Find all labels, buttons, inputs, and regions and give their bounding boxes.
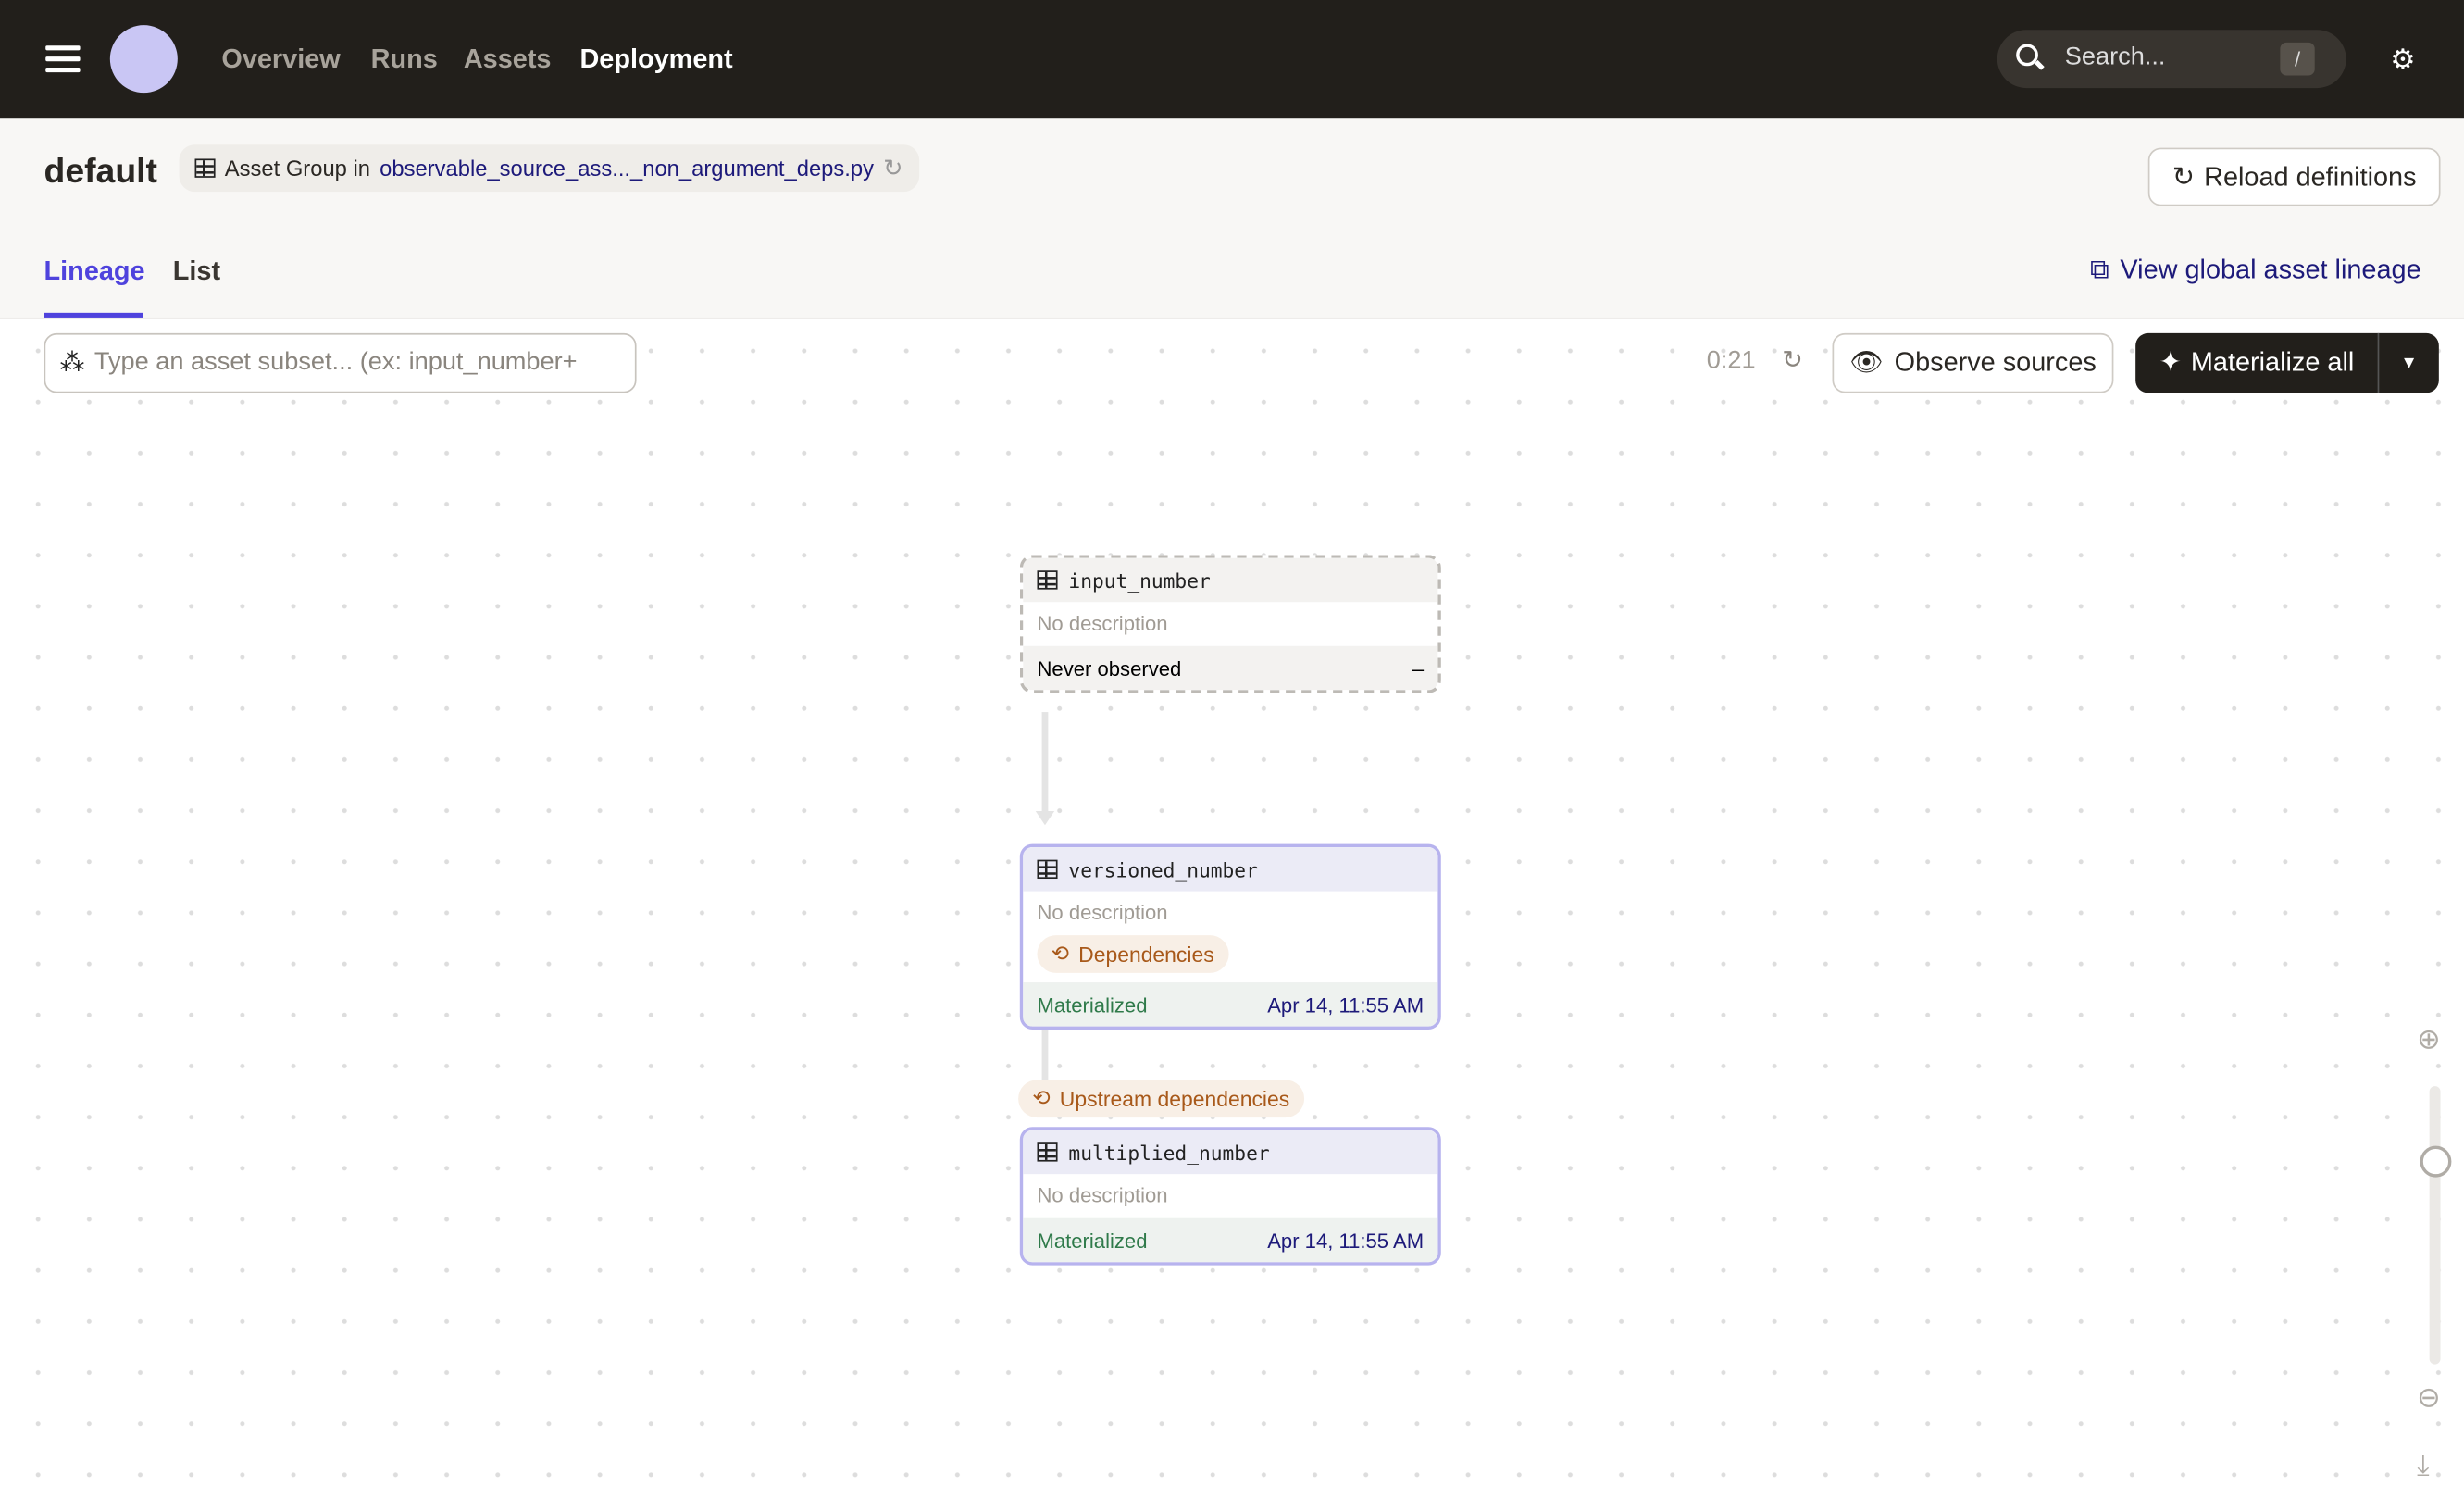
- page-header: default Asset Group in observable_source…: [0, 118, 2464, 319]
- materialize-label: Materialize all: [2190, 347, 2355, 378]
- search-icon: [2016, 44, 2038, 67]
- asset-description: No description: [1037, 900, 1168, 925]
- asset-description: No description: [1037, 611, 1168, 635]
- source-asset-icon: [1037, 570, 1058, 590]
- search-shortcut: /: [2280, 42, 2315, 76]
- nav-runs[interactable]: Runs: [371, 44, 438, 76]
- edge-versioned-to-multiplied: [1041, 1026, 1049, 1082]
- tab-list[interactable]: List: [173, 256, 220, 288]
- asset-node-multiplied-number[interactable]: multiplied_number No description Materia…: [1019, 1127, 1441, 1266]
- asset-name: multiplied_number: [1068, 1140, 1270, 1165]
- observe-sources-button[interactable]: 👁 Observe sources: [1832, 332, 2114, 393]
- refresh-icon[interactable]: ↻: [1782, 344, 1803, 376]
- asset-node-versioned-number[interactable]: versioned_number No description ⟲ Depende…: [1019, 843, 1441, 1030]
- search-input[interactable]: Search... /: [1997, 30, 2346, 89]
- asset-node-input-number[interactable]: input_number No description Never observ…: [1019, 555, 1441, 693]
- reload-location-icon[interactable]: ↻: [883, 154, 902, 182]
- badge-label: Upstream dependencies: [1059, 1086, 1290, 1111]
- reload-definitions-button[interactable]: ↻ Reload definitions: [2147, 147, 2441, 206]
- asset-status: Materialized: [1037, 992, 1148, 1017]
- asset-status-value: –: [1412, 655, 1425, 680]
- download-icon[interactable]: ⤓: [2417, 1449, 2430, 1482]
- zoom-in-icon[interactable]: ⊕: [2417, 1023, 2441, 1056]
- refresh-icon: ↻: [2172, 161, 2195, 192]
- upstream-dependencies-badge[interactable]: ⟲ Upstream dependencies: [1018, 1080, 1304, 1118]
- edge-input-to-versioned: [1041, 712, 1049, 815]
- group-prefix: Asset Group in: [224, 156, 370, 181]
- active-tab-indicator: [44, 312, 143, 318]
- search-placeholder: Search...: [2064, 44, 2166, 71]
- asset-name: versioned_number: [1068, 857, 1258, 881]
- asset-selection-input[interactable]: ⁂ Type an asset subset... (ex: input_num…: [44, 332, 637, 393]
- materialize-all-button[interactable]: ✦ Materialize all: [2135, 333, 2377, 393]
- eye-icon: 👁: [1849, 347, 1884, 378]
- asset-status: Never observed: [1037, 655, 1182, 680]
- menu-icon[interactable]: [45, 45, 81, 72]
- asset-selection-icon: ⁂: [59, 350, 85, 378]
- asset-status: Materialized: [1037, 1228, 1148, 1253]
- table-icon: [1037, 1142, 1058, 1162]
- badge-label: Dependencies: [1078, 942, 1214, 967]
- asset-group-chip: Asset Group in observable_source_ass..._…: [179, 144, 919, 193]
- arrow-head: [1035, 811, 1055, 826]
- zoom-out-icon[interactable]: ⊖: [2417, 1381, 2441, 1415]
- reload-label: Reload definitions: [2204, 161, 2417, 192]
- dependencies-badge[interactable]: ⟲ Dependencies: [1037, 935, 1228, 973]
- lineage-icon: ⧉: [2089, 255, 2109, 285]
- filter-placeholder: Type an asset subset... (ex: input_numbe…: [93, 348, 578, 376]
- materialization-timestamp[interactable]: Apr 14, 11:55 AM: [1267, 992, 1424, 1016]
- asset-description: No description: [1037, 1183, 1168, 1207]
- materialize-all-button-group: ✦ Materialize all ▼: [2135, 332, 2439, 393]
- sparkle-icon: ✦: [2159, 347, 2182, 378]
- refresh-timer: 0:21: [1706, 347, 1756, 375]
- observe-label: Observe sources: [1894, 347, 2097, 378]
- dagster-logo[interactable]: [109, 25, 178, 94]
- global-lineage-label: View global asset lineage: [2120, 255, 2421, 285]
- view-global-lineage-link[interactable]: ⧉ View global asset lineage: [2090, 255, 2421, 286]
- nav-deployment[interactable]: Deployment: [579, 44, 732, 76]
- code-location-link[interactable]: observable_source_ass..._non_argument_de…: [380, 156, 874, 181]
- asset-name: input_number: [1068, 568, 1211, 593]
- zoom-slider[interactable]: [2429, 1086, 2441, 1365]
- tab-lineage[interactable]: Lineage: [44, 256, 145, 288]
- zoom-slider-handle[interactable]: [2420, 1145, 2452, 1178]
- table-icon: [1037, 859, 1058, 880]
- chevron-down-icon[interactable]: ▼: [2379, 333, 2439, 393]
- page-title: default: [44, 150, 157, 191]
- nav-overview[interactable]: Overview: [221, 44, 340, 76]
- nav-assets[interactable]: Assets: [464, 44, 552, 76]
- sync-warning-icon: ⟲: [1051, 941, 1069, 966]
- gear-icon[interactable]: ⚙: [2390, 44, 2415, 78]
- top-nav-bar: Overview Runs Assets Deployment Search..…: [0, 0, 2464, 119]
- materialization-timestamp[interactable]: Apr 14, 11:55 AM: [1267, 1229, 1424, 1252]
- sync-warning-icon: ⟲: [1032, 1086, 1051, 1110]
- asset-group-icon: [194, 158, 216, 178]
